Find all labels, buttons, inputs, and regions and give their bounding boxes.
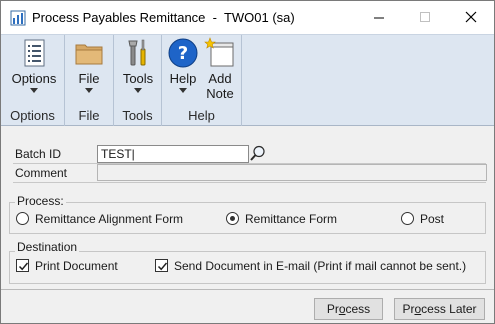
- add-note-label-line2: Note: [206, 86, 234, 101]
- svg-text:?: ?: [178, 43, 188, 64]
- folder-icon: [75, 44, 103, 65]
- group-label-options: Options: [10, 108, 55, 123]
- process-button[interactable]: Process: [314, 298, 383, 320]
- options-button-label: Options: [11, 71, 57, 86]
- radio-remittance-form[interactable]: [226, 212, 239, 225]
- options-button[interactable]: Options: [8, 37, 60, 93]
- process-payables-remittance-window: Process Payables Remittance - TWO01 (sa): [0, 0, 495, 324]
- destination-group-title: Destination: [15, 240, 80, 254]
- maximize-icon: [420, 12, 430, 22]
- close-icon: [465, 11, 477, 23]
- ribbon-group-file: File File: [65, 35, 114, 126]
- file-button[interactable]: File: [69, 37, 109, 93]
- group-label-tools: Tools: [122, 108, 153, 123]
- ribbon-group-help: ? Help Add Note Help: [162, 35, 242, 126]
- process-button-mnemonic: o: [338, 302, 346, 316]
- ribbon-group-options: Options Options: [1, 35, 65, 126]
- process-later-button[interactable]: Process Later: [394, 298, 485, 320]
- file-button-label: File: [78, 71, 100, 86]
- tools-button[interactable]: Tools: [118, 37, 158, 93]
- group-label-help: Help: [188, 108, 215, 123]
- options-list-icon: [24, 39, 45, 67]
- help-icon: ?: [168, 38, 198, 68]
- batch-lookup-button[interactable]: [249, 144, 267, 163]
- row-divider: [13, 182, 486, 183]
- ribbon-group-tools: Tools Tools: [114, 35, 162, 126]
- radio-label-remittance-form: Remittance Form: [245, 212, 338, 226]
- batch-id-label: Batch ID: [15, 147, 62, 161]
- radio-label-remittance-alignment-form: Remittance Alignment Form: [35, 212, 184, 226]
- bottom-button-bar: Process Process Later: [1, 289, 494, 323]
- radio-post[interactable]: [401, 212, 414, 225]
- form-body: Batch ID TEST| Comment Process: Remittan…: [1, 127, 494, 289]
- maximize-button[interactable]: [402, 1, 448, 34]
- process-button-text-a: Pr: [326, 302, 339, 316]
- ribbon-toolbar: Options Options File File Tools Tools ? …: [1, 34, 494, 126]
- process-group-title: Process:: [15, 194, 66, 208]
- send-email-label: Send Document in E-mail (Print if mail c…: [174, 259, 467, 273]
- tools-button-label: Tools: [122, 71, 154, 86]
- close-button[interactable]: [448, 1, 494, 34]
- app-icon: [10, 10, 26, 26]
- dropdown-arrow-icon: [85, 88, 93, 93]
- dropdown-arrow-icon: [30, 88, 38, 93]
- minimize-button[interactable]: [356, 1, 402, 34]
- help-button-label: Help: [169, 71, 197, 86]
- comment-label: Comment: [15, 166, 68, 180]
- radio-remittance-alignment-form[interactable]: [16, 212, 29, 225]
- add-note-icon: [204, 37, 234, 67]
- comment-input[interactable]: [97, 164, 487, 181]
- process-button-text-b: cess: [345, 302, 371, 316]
- checkmark-icon: [157, 262, 168, 271]
- process-later-button-text-a: Pr: [402, 302, 415, 316]
- add-note-label-line1: Add: [208, 71, 232, 86]
- checkmark-icon: [18, 262, 29, 271]
- lookup-magnifier-icon: [250, 145, 265, 161]
- add-note-button[interactable]: Add Note: [202, 37, 238, 101]
- dropdown-arrow-icon: [179, 88, 187, 93]
- group-label-file: File: [78, 108, 100, 123]
- window-title: Process Payables Remittance - TWO01 (sa): [32, 10, 295, 25]
- send-email-checkbox[interactable]: [155, 259, 168, 272]
- batch-id-input[interactable]: TEST|: [97, 145, 249, 163]
- process-later-button-text-b: cess Later: [421, 302, 477, 316]
- minimize-icon: [374, 17, 384, 19]
- radio-label-post: Post: [420, 212, 445, 226]
- radio-selected-dot: [230, 216, 235, 221]
- tools-icon: [128, 39, 146, 66]
- print-document-checkbox[interactable]: [16, 259, 29, 272]
- dropdown-arrow-icon: [134, 88, 142, 93]
- title-bar: Process Payables Remittance - TWO01 (sa): [1, 1, 494, 34]
- help-button[interactable]: ? Help: [165, 37, 201, 93]
- print-document-label: Print Document: [35, 259, 118, 273]
